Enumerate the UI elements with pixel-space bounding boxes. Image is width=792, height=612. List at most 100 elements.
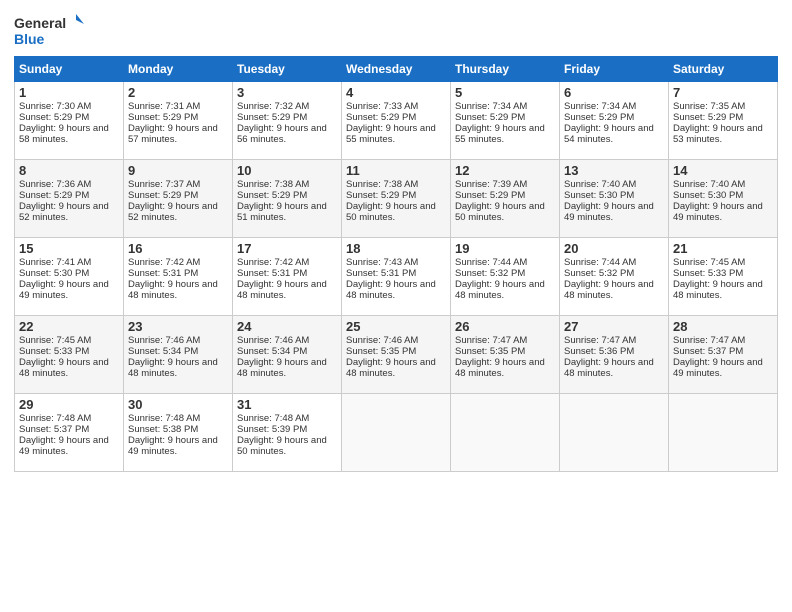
daylight: Daylight: 9 hours and 48 minutes. [19, 357, 109, 379]
header: General Blue [14, 10, 778, 50]
daylight: Daylight: 9 hours and 54 minutes. [564, 123, 654, 145]
calendar-cell: 15Sunrise: 7:41 AMSunset: 5:30 PMDayligh… [15, 238, 124, 316]
day-number: 12 [455, 163, 555, 178]
svg-text:General: General [14, 15, 66, 31]
sunrise: Sunrise: 7:39 AM [455, 179, 527, 190]
sunrise: Sunrise: 7:31 AM [128, 101, 200, 112]
sunset: Sunset: 5:29 PM [455, 190, 525, 201]
sunset: Sunset: 5:30 PM [564, 190, 634, 201]
sunset: Sunset: 5:29 PM [237, 112, 307, 123]
sunrise: Sunrise: 7:44 AM [455, 257, 527, 268]
daylight: Daylight: 9 hours and 55 minutes. [455, 123, 545, 145]
day-number: 4 [346, 85, 446, 100]
day-header-tuesday: Tuesday [233, 57, 342, 82]
week-row-2: 8Sunrise: 7:36 AMSunset: 5:29 PMDaylight… [15, 160, 778, 238]
sunset: Sunset: 5:34 PM [128, 346, 198, 357]
daylight: Daylight: 9 hours and 49 minutes. [19, 279, 109, 301]
logo-svg: General Blue [14, 10, 84, 50]
sunset: Sunset: 5:29 PM [128, 190, 198, 201]
daylight: Daylight: 9 hours and 53 minutes. [673, 123, 763, 145]
daylight: Daylight: 9 hours and 49 minutes. [19, 435, 109, 457]
calendar-cell: 18Sunrise: 7:43 AMSunset: 5:31 PMDayligh… [342, 238, 451, 316]
svg-text:Blue: Blue [14, 31, 45, 47]
sunset: Sunset: 5:38 PM [128, 424, 198, 435]
day-number: 11 [346, 163, 446, 178]
sunrise: Sunrise: 7:32 AM [237, 101, 309, 112]
calendar-cell: 28Sunrise: 7:47 AMSunset: 5:37 PMDayligh… [669, 316, 778, 394]
sunset: Sunset: 5:31 PM [237, 268, 307, 279]
sunset: Sunset: 5:29 PM [128, 112, 198, 123]
day-number: 20 [564, 241, 664, 256]
day-number: 14 [673, 163, 773, 178]
day-number: 29 [19, 397, 119, 412]
sunset: Sunset: 5:29 PM [346, 112, 416, 123]
sunset: Sunset: 5:36 PM [564, 346, 634, 357]
day-header-thursday: Thursday [451, 57, 560, 82]
daylight: Daylight: 9 hours and 48 minutes. [237, 279, 327, 301]
day-header-wednesday: Wednesday [342, 57, 451, 82]
daylight: Daylight: 9 hours and 49 minutes. [673, 201, 763, 223]
calendar-cell: 2Sunrise: 7:31 AMSunset: 5:29 PMDaylight… [124, 82, 233, 160]
daylight: Daylight: 9 hours and 58 minutes. [19, 123, 109, 145]
calendar-body: 1Sunrise: 7:30 AMSunset: 5:29 PMDaylight… [15, 82, 778, 472]
sunrise: Sunrise: 7:48 AM [128, 413, 200, 424]
calendar-cell: 4Sunrise: 7:33 AMSunset: 5:29 PMDaylight… [342, 82, 451, 160]
daylight: Daylight: 9 hours and 48 minutes. [673, 279, 763, 301]
sunset: Sunset: 5:35 PM [455, 346, 525, 357]
daylight: Daylight: 9 hours and 48 minutes. [346, 279, 436, 301]
day-number: 5 [455, 85, 555, 100]
day-number: 19 [455, 241, 555, 256]
calendar-cell: 20Sunrise: 7:44 AMSunset: 5:32 PMDayligh… [560, 238, 669, 316]
calendar-cell: 9Sunrise: 7:37 AMSunset: 5:29 PMDaylight… [124, 160, 233, 238]
sunset: Sunset: 5:29 PM [237, 190, 307, 201]
calendar-cell [669, 394, 778, 472]
daylight: Daylight: 9 hours and 49 minutes. [128, 435, 218, 457]
sunrise: Sunrise: 7:34 AM [455, 101, 527, 112]
sunrise: Sunrise: 7:30 AM [19, 101, 91, 112]
calendar-cell: 21Sunrise: 7:45 AMSunset: 5:33 PMDayligh… [669, 238, 778, 316]
sunset: Sunset: 5:32 PM [564, 268, 634, 279]
sunset: Sunset: 5:34 PM [237, 346, 307, 357]
logo: General Blue [14, 10, 84, 50]
day-number: 21 [673, 241, 773, 256]
sunrise: Sunrise: 7:48 AM [19, 413, 91, 424]
calendar-cell: 29Sunrise: 7:48 AMSunset: 5:37 PMDayligh… [15, 394, 124, 472]
sunrise: Sunrise: 7:34 AM [564, 101, 636, 112]
sunrise: Sunrise: 7:45 AM [19, 335, 91, 346]
day-number: 7 [673, 85, 773, 100]
day-header-monday: Monday [124, 57, 233, 82]
sunrise: Sunrise: 7:46 AM [346, 335, 418, 346]
daylight: Daylight: 9 hours and 49 minutes. [673, 357, 763, 379]
sunrise: Sunrise: 7:40 AM [673, 179, 745, 190]
daylight: Daylight: 9 hours and 51 minutes. [237, 201, 327, 223]
day-number: 22 [19, 319, 119, 334]
sunrise: Sunrise: 7:37 AM [128, 179, 200, 190]
day-number: 10 [237, 163, 337, 178]
calendar-cell: 14Sunrise: 7:40 AMSunset: 5:30 PMDayligh… [669, 160, 778, 238]
sunrise: Sunrise: 7:47 AM [673, 335, 745, 346]
sunset: Sunset: 5:33 PM [19, 346, 89, 357]
sunrise: Sunrise: 7:45 AM [673, 257, 745, 268]
sunrise: Sunrise: 7:42 AM [128, 257, 200, 268]
calendar-cell: 26Sunrise: 7:47 AMSunset: 5:35 PMDayligh… [451, 316, 560, 394]
week-row-1: 1Sunrise: 7:30 AMSunset: 5:29 PMDaylight… [15, 82, 778, 160]
calendar-cell: 19Sunrise: 7:44 AMSunset: 5:32 PMDayligh… [451, 238, 560, 316]
sunset: Sunset: 5:29 PM [19, 112, 89, 123]
sunrise: Sunrise: 7:36 AM [19, 179, 91, 190]
sunrise: Sunrise: 7:40 AM [564, 179, 636, 190]
calendar-cell: 25Sunrise: 7:46 AMSunset: 5:35 PMDayligh… [342, 316, 451, 394]
daylight: Daylight: 9 hours and 48 minutes. [564, 357, 654, 379]
daylight: Daylight: 9 hours and 49 minutes. [564, 201, 654, 223]
day-number: 25 [346, 319, 446, 334]
daylight: Daylight: 9 hours and 48 minutes. [346, 357, 436, 379]
daylight: Daylight: 9 hours and 57 minutes. [128, 123, 218, 145]
daylight: Daylight: 9 hours and 48 minutes. [237, 357, 327, 379]
sunrise: Sunrise: 7:41 AM [19, 257, 91, 268]
calendar-cell: 1Sunrise: 7:30 AMSunset: 5:29 PMDaylight… [15, 82, 124, 160]
sunrise: Sunrise: 7:43 AM [346, 257, 418, 268]
sunset: Sunset: 5:37 PM [19, 424, 89, 435]
day-number: 23 [128, 319, 228, 334]
calendar-cell: 23Sunrise: 7:46 AMSunset: 5:34 PMDayligh… [124, 316, 233, 394]
sunrise: Sunrise: 7:48 AM [237, 413, 309, 424]
sunrise: Sunrise: 7:35 AM [673, 101, 745, 112]
